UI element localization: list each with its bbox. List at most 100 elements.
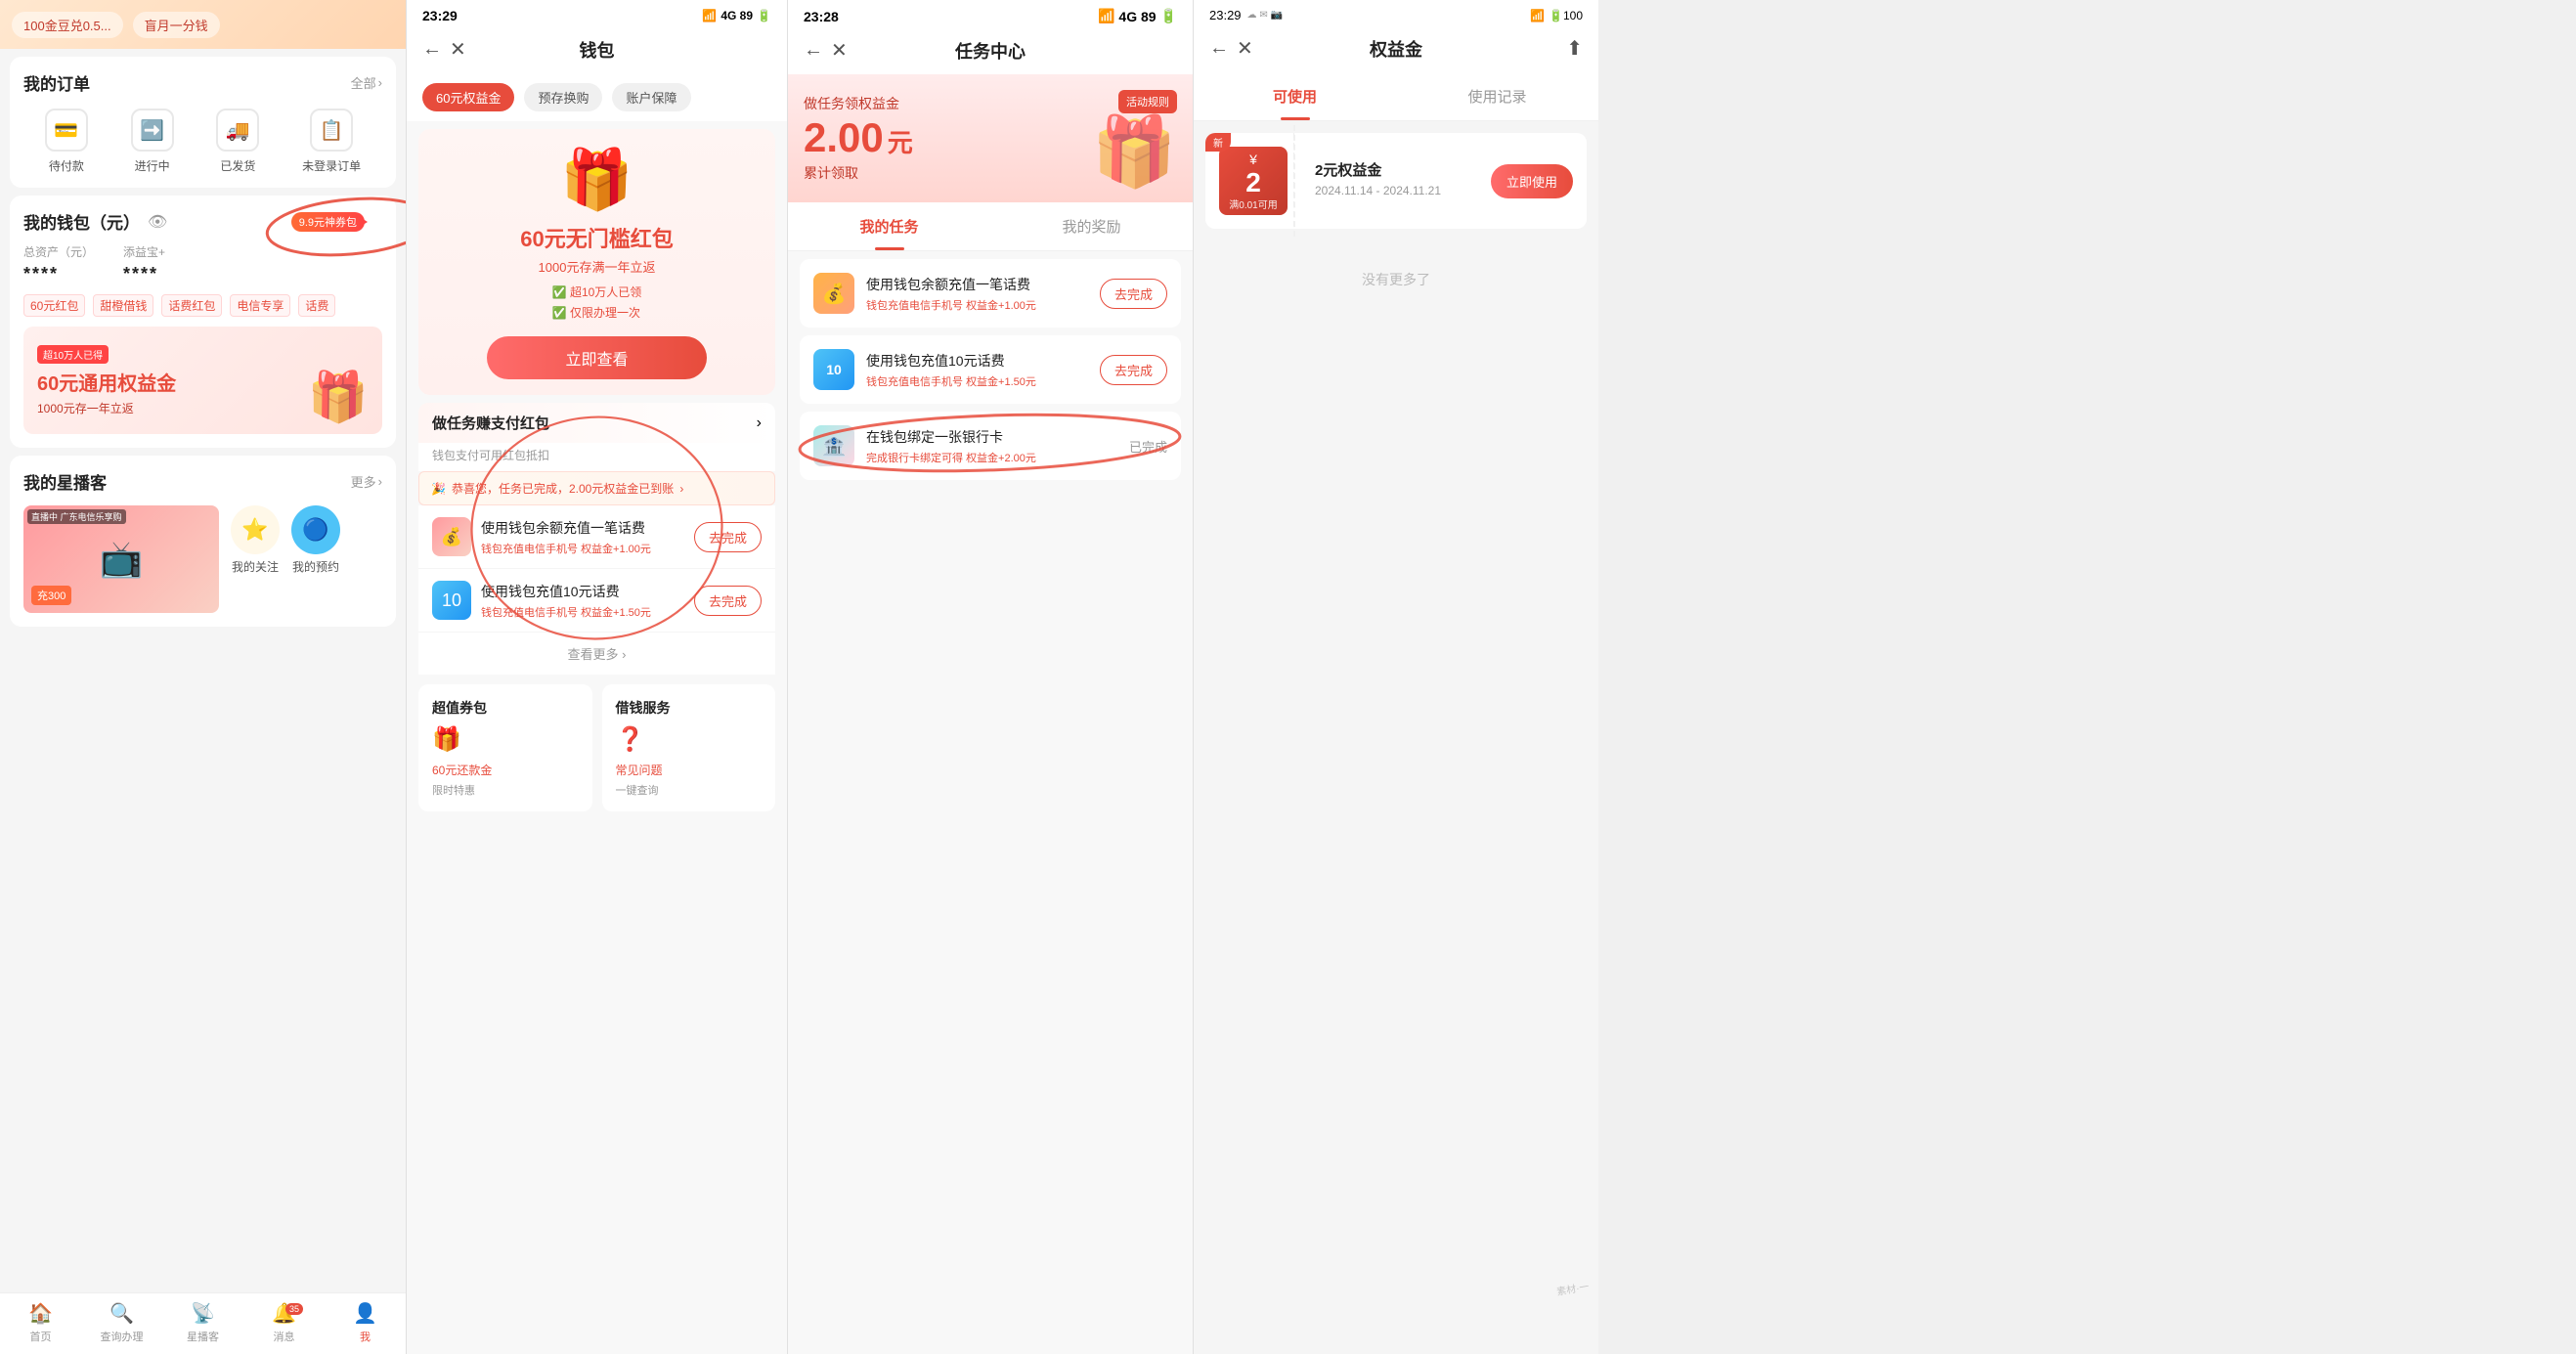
nav-me[interactable]: 👤 我 bbox=[325, 1301, 406, 1344]
p3-signal-text: 4G 89 bbox=[1118, 9, 1156, 24]
nav-home[interactable]: 🏠 首页 bbox=[0, 1301, 81, 1344]
tianyibao-label: 添益宝+ bbox=[123, 243, 165, 260]
order-item-in-progress[interactable]: ➡️ 进行中 bbox=[131, 109, 174, 174]
nav-star[interactable]: 📡 星播客 bbox=[162, 1301, 243, 1344]
magic-voucher-badge[interactable]: 9.9元神券包 bbox=[291, 212, 365, 232]
p4-close-button[interactable]: ✕ bbox=[1237, 36, 1253, 61]
p4-coupon-condition: 满0.01可用 bbox=[1229, 197, 1277, 211]
star-more-link[interactable]: 更多 › bbox=[351, 469, 382, 494]
shipped-label: 已发货 bbox=[220, 157, 255, 174]
p4-tabs-row: 可使用 使用记录 bbox=[1194, 72, 1598, 121]
p2-voucher-link[interactable]: 60元还款金 bbox=[432, 762, 579, 778]
star-follow-item[interactable]: ⭐ 我的关注 bbox=[231, 505, 280, 613]
follow-label: 我的关注 bbox=[232, 558, 279, 575]
reserve-icon: 🔵 bbox=[291, 505, 340, 554]
p4-status-time: 23:29 bbox=[1209, 8, 1242, 22]
p3-hero-amount: 2.00 bbox=[804, 117, 884, 158]
promo-banner[interactable]: 超10万人已得 60元通用权益金 1000元存一年立返 🎁 bbox=[23, 327, 382, 434]
my-wallet-section: 我的钱包（元） 👁 9.9元神券包 总资产（元） **** 添益宝+ **** bbox=[10, 196, 396, 448]
banner-item-2[interactable]: 盲月一分钱 bbox=[133, 12, 220, 38]
not-logged-icon: 📋 bbox=[310, 109, 353, 152]
order-item-not-logged-in[interactable]: 📋 未登录订单 bbox=[302, 109, 361, 174]
wallet-tag-2[interactable]: 话费红包 bbox=[161, 294, 222, 317]
p2-success-arrow: › bbox=[679, 482, 683, 496]
p4-tab-history[interactable]: 使用记录 bbox=[1396, 72, 1598, 120]
panel-4-quanyijin: 23:29 ☁ ✉ 📷 📶 🔋100 ← ✕ 权益金 ⬆ 可使用 使用记录 新 … bbox=[1193, 0, 1598, 1354]
p2-back-button[interactable]: ← bbox=[422, 38, 442, 61]
p2-task-1-desc: 钱包充值电信手机号 权益金+1.50元 bbox=[481, 604, 684, 620]
p4-coupon-symbol: ¥ bbox=[1249, 152, 1257, 167]
star-reserve-item[interactable]: 🔵 我的预约 bbox=[291, 505, 340, 613]
p3-task-1-btn[interactable]: 去完成 bbox=[1100, 355, 1167, 385]
p2-signal-text: 4G 89 bbox=[720, 9, 753, 22]
p3-hero-deco: 🎁 bbox=[1092, 112, 1177, 193]
p4-status-left: 23:29 ☁ ✉ 📷 bbox=[1209, 8, 1283, 22]
p2-task-item-0: 💰 使用钱包余额充值一笔话费 钱包充值电信手机号 权益金+1.00元 去完成 bbox=[418, 505, 775, 569]
banner-item-1[interactable]: 100金豆兑0.5... bbox=[12, 12, 123, 38]
p4-status-extra: ☁ ✉ 📷 bbox=[1247, 10, 1283, 21]
order-item-shipped[interactable]: 🚚 已发货 bbox=[216, 109, 259, 174]
p2-status-bar: 23:29 📶 4G 89 🔋 bbox=[407, 0, 787, 27]
p2-tab-0[interactable]: 60元权益金 bbox=[422, 83, 514, 111]
star-nav-icon: 📡 bbox=[191, 1301, 215, 1326]
p2-bottom-section: 超值券包 🎁 60元还款金 限时特惠 借钱服务 ❓ 常见问题 一键查询 bbox=[418, 684, 775, 811]
p3-tasks-area: 💰 使用钱包余额充值一笔话费 钱包充值电信手机号 权益金+1.00元 去完成 1… bbox=[788, 251, 1193, 1292]
p2-more-link[interactable]: 查看更多 › bbox=[418, 633, 775, 675]
wallet-tag-3[interactable]: 电信专享 bbox=[230, 294, 290, 317]
wallet-tag-0[interactable]: 60元红包 bbox=[23, 294, 85, 317]
p4-header: ← ✕ 权益金 ⬆ bbox=[1194, 26, 1598, 72]
p2-task-1-btn[interactable]: 去完成 bbox=[694, 586, 762, 616]
p3-tabs-row: 我的任务 我的奖励 bbox=[788, 202, 1193, 251]
wallet-balance-rows: 总资产（元） **** 添益宝+ **** bbox=[23, 243, 382, 284]
eye-icon[interactable]: 👁 bbox=[148, 212, 167, 232]
orders-all-link[interactable]: 全部 › bbox=[351, 73, 382, 92]
p4-coupon-info: 2元权益金 2024.11.14 - 2024.11.21 bbox=[1299, 159, 1479, 203]
p3-tab-my-rewards[interactable]: 我的奖励 bbox=[990, 202, 1193, 250]
star-content: 直播中 广东电信乐享购 📺 充300 ⭐ 我的关注 🔵 我的预约 bbox=[23, 505, 382, 613]
p3-task-0-desc: 钱包充值电信手机号 权益金+1.00元 bbox=[866, 297, 1088, 313]
arrow-right-icon: › bbox=[378, 75, 382, 90]
p4-share-button[interactable]: ⬆ bbox=[1566, 36, 1583, 61]
live-content-icon: 📺 bbox=[100, 539, 144, 580]
p4-back-button[interactable]: ← bbox=[1209, 37, 1229, 60]
p2-loan-link[interactable]: 常见问题 bbox=[616, 762, 763, 778]
p3-activity-badge[interactable]: 活动规则 bbox=[1118, 90, 1177, 113]
p2-hero-cta-button[interactable]: 立即查看 bbox=[487, 336, 706, 379]
p4-battery-text: 🔋100 bbox=[1549, 9, 1583, 22]
reserve-label: 我的预约 bbox=[292, 558, 339, 575]
p4-tab-usable[interactable]: 可使用 bbox=[1194, 72, 1396, 120]
p2-close-button[interactable]: ✕ bbox=[450, 37, 466, 62]
p4-status-right: 📶 🔋100 bbox=[1530, 9, 1583, 22]
nav-search[interactable]: 🔍 查询办理 bbox=[81, 1301, 162, 1344]
p2-tab-2[interactable]: 账户保障 bbox=[612, 83, 690, 111]
p3-task-2-desc: 完成银行卡绑定可得 权益金+2.00元 bbox=[866, 450, 1117, 465]
p2-task-0-btn[interactable]: 去完成 bbox=[694, 522, 762, 552]
p2-task-0-icon: 💰 bbox=[432, 517, 471, 556]
orders-header: 我的订单 全部 › bbox=[23, 70, 382, 95]
p3-task-1-icon: 10 bbox=[813, 349, 854, 390]
p3-back-button[interactable]: ← bbox=[804, 39, 823, 62]
p3-task-0-btn[interactable]: 去完成 bbox=[1100, 279, 1167, 309]
magic-voucher-badge-container: 9.9元神券包 bbox=[291, 212, 382, 232]
wallet-tag-4[interactable]: 话费 bbox=[298, 294, 335, 317]
live-thumbnail[interactable]: 直播中 广东电信乐享购 📺 充300 bbox=[23, 505, 219, 613]
p3-close-button[interactable]: ✕ bbox=[831, 38, 848, 63]
tianyibao-col: 添益宝+ **** bbox=[123, 243, 165, 284]
wallet-tag-1[interactable]: 甜橙借钱 bbox=[93, 294, 153, 317]
p3-task-0-icon: 💰 bbox=[813, 273, 854, 314]
home-icon: 🏠 bbox=[28, 1301, 53, 1326]
p3-tab-my-tasks[interactable]: 我的任务 bbox=[788, 202, 990, 250]
p2-hero-title: 60元无门槛红包 bbox=[434, 222, 760, 253]
nav-message[interactable]: 🔔 35 消息 bbox=[243, 1301, 325, 1344]
gift-decoration: 🎁 bbox=[308, 369, 369, 426]
p2-hero-subtitle: 1000元存满一年立返 bbox=[434, 257, 760, 276]
total-assets-value: **** bbox=[23, 264, 94, 284]
p4-use-now-button[interactable]: 立即使用 bbox=[1491, 164, 1573, 198]
p4-new-badge: 新 bbox=[1205, 133, 1231, 152]
order-item-pending-payment[interactable]: 💳 待付款 bbox=[45, 109, 88, 174]
p2-tab-1[interactable]: 预存换购 bbox=[524, 83, 602, 111]
p3-hero-unit: 元 bbox=[888, 123, 913, 159]
p2-voucher-sub: 限时特惠 bbox=[432, 782, 579, 798]
total-assets-col: 总资产（元） **** bbox=[23, 243, 94, 284]
pending-payment-label: 待付款 bbox=[49, 157, 84, 174]
